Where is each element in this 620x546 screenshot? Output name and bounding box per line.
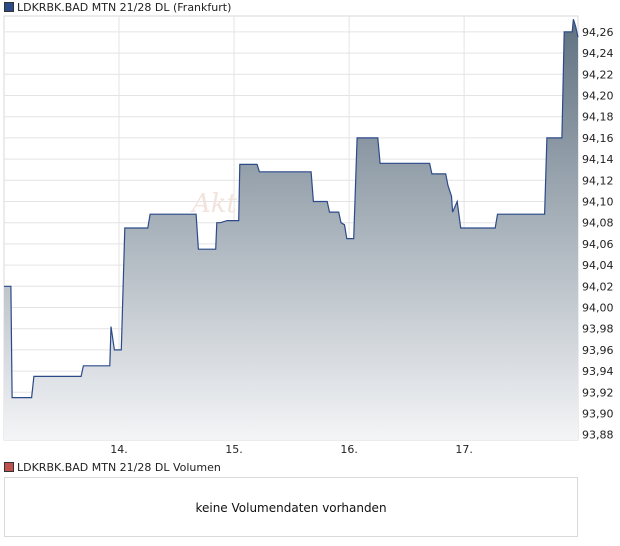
x-tick-label: 16. [340,443,358,456]
volume-legend-label: LDKRBK.BAD MTN 21/28 DL Volumen [17,461,221,474]
y-tick-label: 94,04 [582,259,614,272]
y-tick-label: 94,14 [582,153,614,166]
y-tick-label: 93,94 [582,365,614,378]
y-tick-label: 93,92 [582,386,614,399]
x-tick-label: 17. [455,443,473,456]
y-tick-label: 94,26 [582,26,614,39]
y-tick-label: 94,24 [582,47,614,60]
volume-panel: keine Volumendaten vorhanden [4,477,578,537]
y-axis: 93,88 93,90 93,92 93,94 93,96 93,98 94,00 94,02… [582,26,614,442]
x-tick-label: 14. [110,443,128,456]
volume-empty-message: keine Volumendaten vorhanden [195,501,387,515]
y-tick-label: 93,90 [582,408,614,421]
y-tick-label: 94,10 [582,196,614,209]
y-tick-label: 94,12 [582,174,614,187]
y-tick-label: 93,88 [582,429,614,442]
y-tick-label: 94,08 [582,217,614,230]
volume-legend-swatch [4,462,14,472]
x-tick-label: 15. [225,443,243,456]
y-tick-label: 94,00 [582,302,614,315]
volume-legend: LDKRBK.BAD MTN 21/28 DL Volumen [4,462,221,474]
watermark: Akt [190,189,238,219]
y-tick-label: 93,96 [582,344,614,357]
y-tick-label: 94,16 [582,132,614,145]
y-tick-label: 93,98 [582,323,614,336]
y-tick-label: 94,20 [582,90,614,103]
y-tick-label: 94,22 [582,68,614,81]
x-axis: 14. 15. 16. 17. [110,443,473,456]
y-tick-label: 94,18 [582,111,614,124]
price-chart: Akt 93,8893,9093,9293,9493,9693,9894,009… [3,15,614,456]
y-tick-label: 94,02 [582,280,614,293]
y-tick-label: 94,06 [582,238,614,251]
